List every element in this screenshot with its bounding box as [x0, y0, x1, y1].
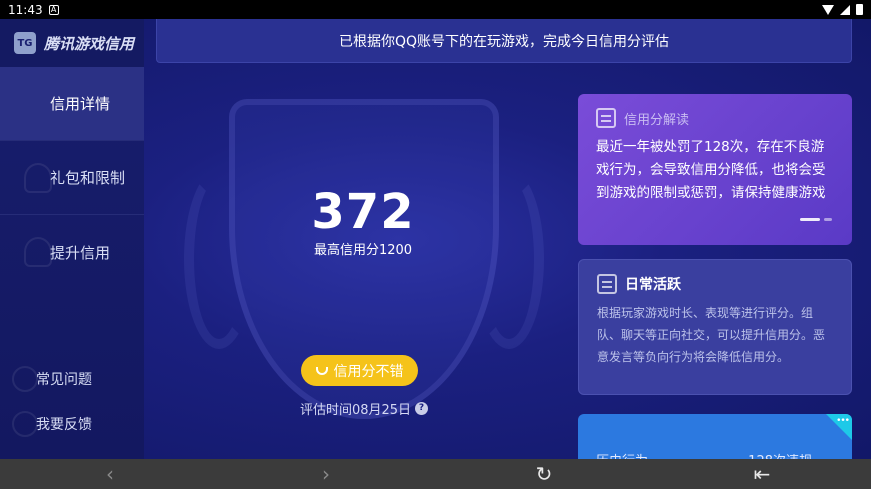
- signal-icon: [840, 4, 850, 15]
- main-content: 已根据你QQ账号下的在玩游戏，完成今日信用分评估 372 最高信用分1200 信…: [144, 19, 871, 459]
- evaluation-banner: 已根据你QQ账号下的在玩游戏，完成今日信用分评估: [156, 19, 852, 63]
- sidebar-item-improve-credit[interactable]: 提升信用: [0, 215, 144, 289]
- sidebar-item-gifts-limits[interactable]: 礼包和限制: [0, 141, 144, 215]
- credit-status-label: 信用分不错: [333, 363, 404, 380]
- card-title: 信用分解读: [624, 112, 690, 128]
- feedback-link[interactable]: 我要反馈: [0, 404, 144, 444]
- question-icon: [12, 366, 38, 392]
- sidebar-item-label: 信用详情: [50, 95, 111, 113]
- browser-navbar: ‹ › ↻ ⇤: [0, 459, 871, 489]
- card-title: 日常活跃: [625, 277, 681, 293]
- battery-icon: [856, 4, 863, 15]
- card-header: 日常活跃: [579, 260, 851, 294]
- status-bar: 11:43 A: [0, 0, 871, 19]
- faq-link[interactable]: 常见问题: [0, 359, 144, 399]
- evaluation-time-label: 评估时间08月25日: [299, 403, 412, 418]
- carousel-indicator: [800, 218, 832, 221]
- card-body: 根据玩家游戏时长、表现等进行评分。组队、聊天等正向社交，可以提升信用分。恶意发言…: [597, 306, 826, 364]
- max-score-label: 最高信用分1200: [313, 243, 413, 258]
- sidebar-item-credit-details[interactable]: 信用详情: [0, 67, 144, 141]
- help-icon[interactable]: ?: [415, 402, 429, 415]
- laurel-left-icon: [184, 169, 254, 349]
- more-dots-icon: •••: [836, 416, 850, 426]
- shield-icon: [24, 163, 52, 193]
- sidebar: TG 腾讯游戏信用 信用详情 礼包和限制 提升信用 常见问题 我要反馈: [0, 19, 144, 459]
- history-value: 128次违规: [748, 450, 812, 459]
- smile-icon: [315, 366, 328, 375]
- status-time: 11:43: [8, 2, 43, 17]
- history-behavior-card[interactable]: ••• 历史行为 128次违规: [578, 414, 852, 459]
- history-label: 历史行为: [596, 450, 648, 459]
- faq-label: 常见问题: [36, 372, 92, 388]
- laurel-right-icon: [474, 169, 544, 349]
- card-body: 最近一年被处罚了128次，存在不良游戏行为，会导致信用分降低，也将会受到游戏的限…: [596, 139, 826, 201]
- refresh-button[interactable]: ↻: [524, 459, 564, 489]
- exit-button[interactable]: ⇤: [742, 459, 782, 489]
- history-row: 历史行为 128次违规: [578, 414, 852, 459]
- brand-header: TG 腾讯游戏信用: [0, 19, 144, 67]
- document-icon: [596, 108, 616, 128]
- credit-status-badge[interactable]: 信用分不错: [301, 355, 418, 386]
- daily-activity-card[interactable]: 日常活跃 根据玩家游戏时长、表现等进行评分。组队、聊天等正向社交，可以提升信用分…: [578, 259, 852, 395]
- sidebar-item-label: 提升信用: [50, 243, 111, 262]
- list-icon: [597, 274, 617, 294]
- card-header: 信用分解读: [578, 94, 852, 128]
- sidebar-item-label: 礼包和限制: [50, 169, 126, 187]
- credit-score: 372: [311, 184, 415, 240]
- brand-logo-icon: TG: [14, 32, 36, 54]
- brand-name: 腾讯游戏信用: [44, 34, 135, 53]
- shield-icon: [24, 237, 52, 267]
- feedback-icon: [12, 411, 38, 437]
- forward-button[interactable]: ›: [306, 459, 346, 489]
- credit-interpretation-card[interactable]: 信用分解读 最近一年被处罚了128次，存在不良游戏行为，会导致信用分降低，也将会…: [578, 94, 852, 245]
- status-icons: [822, 4, 863, 15]
- feedback-label: 我要反馈: [36, 417, 92, 433]
- evaluation-time: 评估时间08月25日 ?: [264, 399, 464, 418]
- notification-icon: A: [48, 4, 59, 15]
- wifi-icon: [822, 4, 834, 15]
- back-button[interactable]: ‹: [90, 459, 130, 489]
